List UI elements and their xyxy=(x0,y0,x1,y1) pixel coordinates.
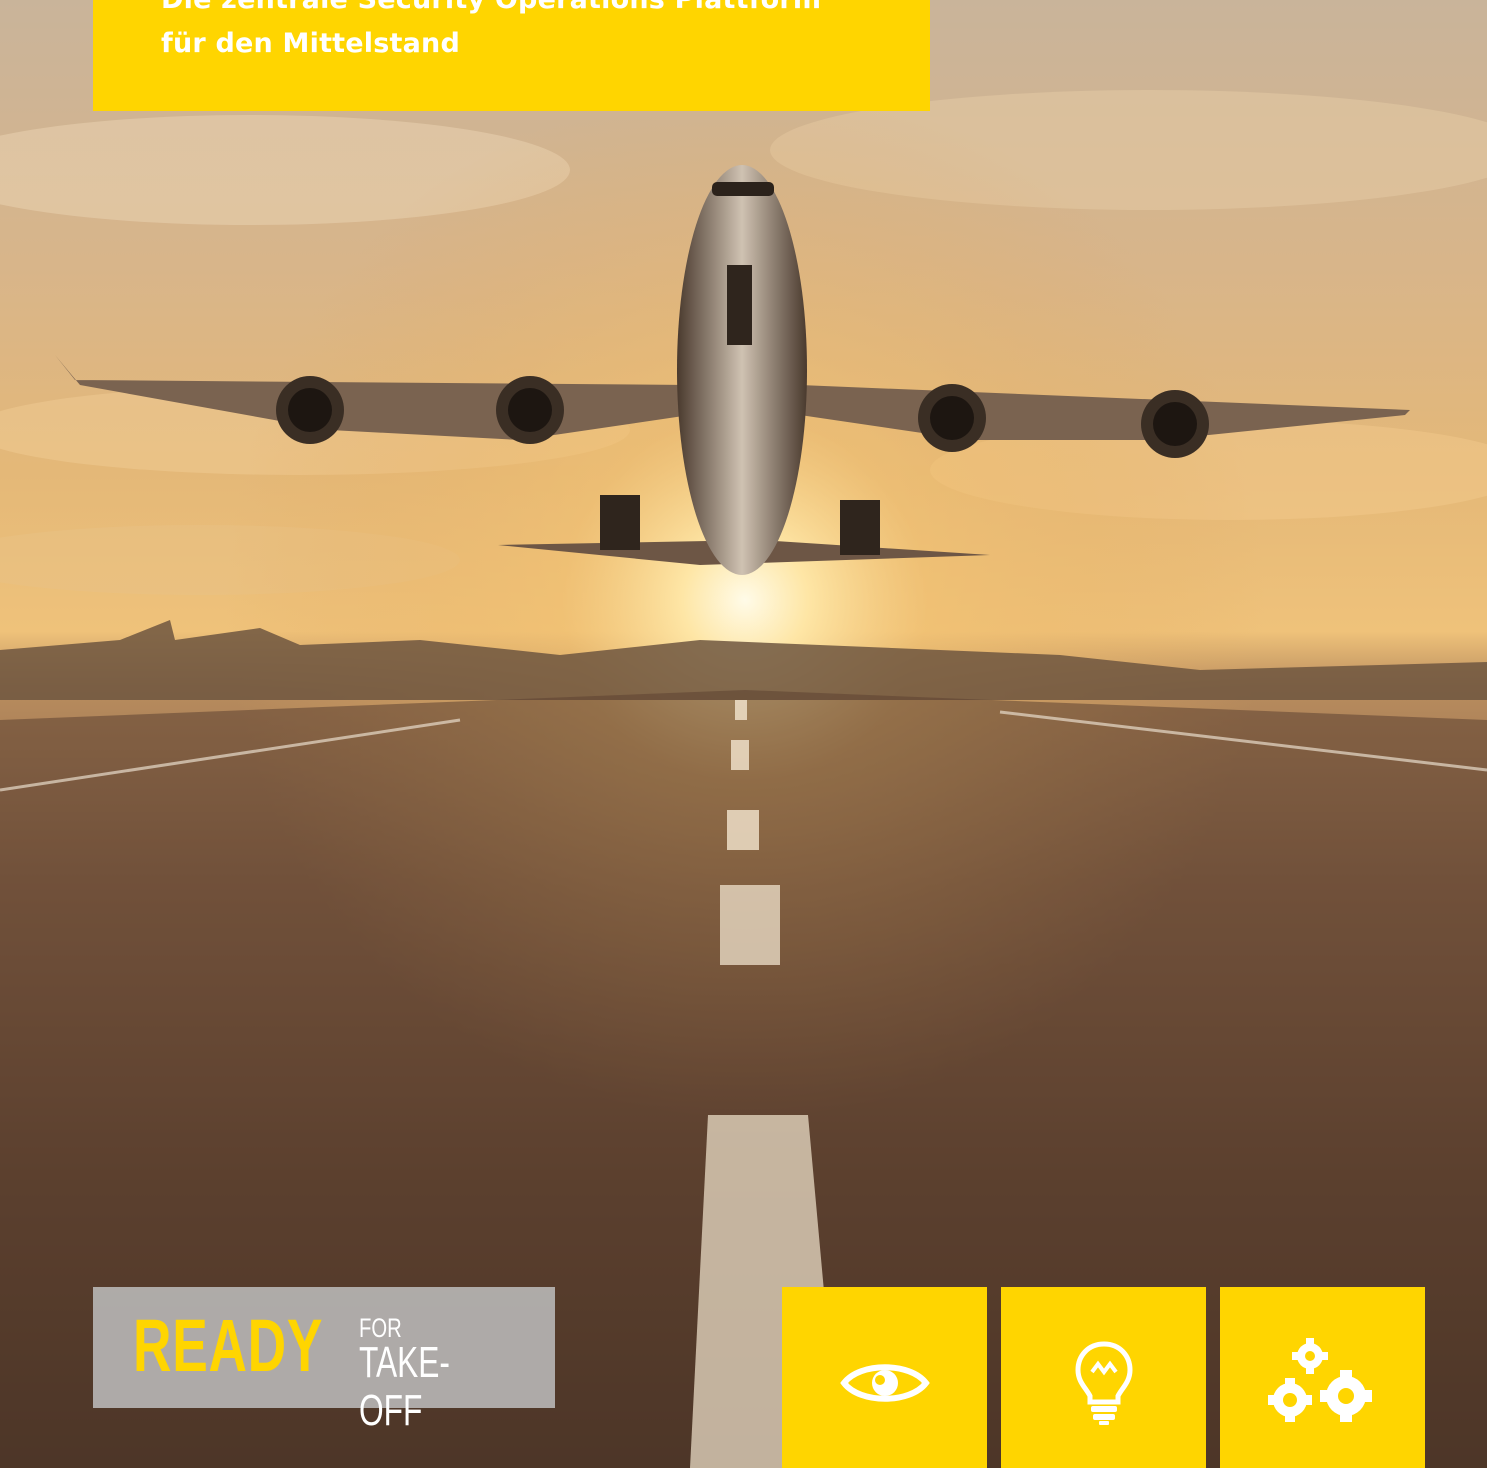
gears-icon xyxy=(1267,1337,1372,1422)
headline-line-2: für den Mittelstand xyxy=(161,28,460,59)
hero-image-airplane-takeoff xyxy=(0,0,1487,1468)
feature-tile-lightbulb xyxy=(1001,1287,1206,1468)
ready-text: READY xyxy=(133,1304,324,1387)
headline-line-1: Die zentrale Security Operations Plattfo… xyxy=(161,0,930,22)
headline-banner: Die zentrale Security Operations Plattfo… xyxy=(93,0,930,111)
ready-for-takeoff-badge: READY FOR TAKE-OFF xyxy=(93,1287,555,1435)
takeoff-text: TAKE-OFF xyxy=(359,1338,450,1435)
lightbulb-icon xyxy=(1074,1340,1133,1425)
feature-tile-eye xyxy=(782,1287,987,1468)
feature-tile-gears xyxy=(1220,1287,1425,1468)
eye-icon xyxy=(839,1363,930,1402)
